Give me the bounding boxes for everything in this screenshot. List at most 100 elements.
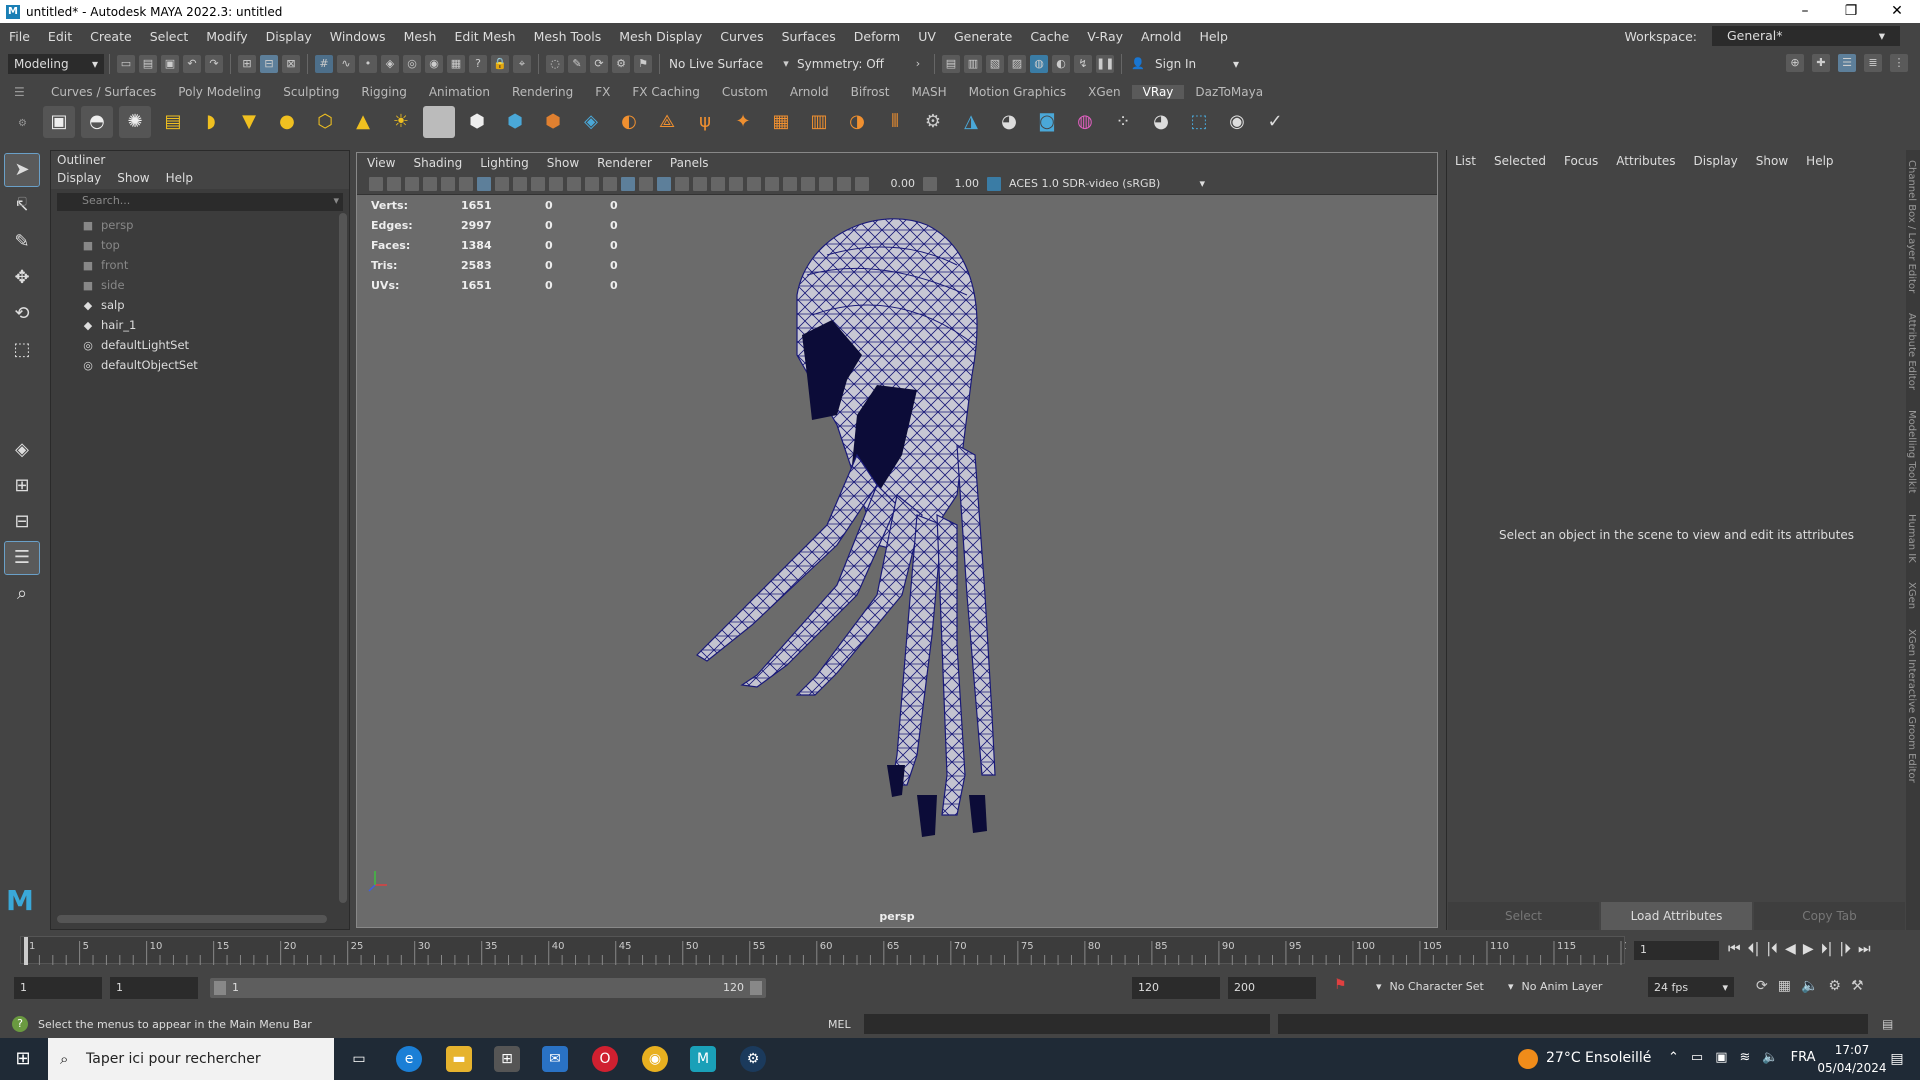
color-management-icon[interactable] (987, 176, 1001, 191)
menu-edit[interactable]: Edit (39, 29, 81, 44)
search-icon[interactable]: ⌕ (5, 578, 39, 610)
time-slider[interactable]: 1 5 10 15 20 25 30 35 40 45 50 55 60 65 70 75 80 85 90 95 10… (20, 936, 1643, 965)
camera-select-icon[interactable] (369, 176, 383, 191)
outliner-item-front[interactable]: ■ front (51, 255, 349, 275)
attribute-editor-toggle-icon[interactable]: ☰ (1838, 54, 1856, 72)
volume-icon[interactable]: 🔈 (1762, 1050, 1778, 1065)
gamma-value[interactable]: 1.00 (939, 177, 980, 190)
image-plane-icon[interactable] (423, 176, 437, 191)
vray-multi-icon[interactable]: ⁘ (1107, 106, 1139, 138)
camera-attr-icon[interactable] (387, 176, 401, 191)
shelf-menu-icon[interactable]: ☰ (14, 85, 25, 99)
clock[interactable]: 17:07 05/04/2024 (1812, 1041, 1892, 1077)
four-view-layout-icon[interactable]: ⊞ (5, 470, 39, 502)
menu-file[interactable]: File (0, 29, 39, 44)
vray-sphere-light-icon[interactable]: ● (271, 106, 303, 138)
attribute-menu-attributes[interactable]: Attributes (1616, 154, 1675, 168)
attribute-menu-focus[interactable]: Focus (1564, 154, 1598, 168)
maximize-button[interactable]: ❐ (1828, 0, 1874, 23)
exposure-value[interactable]: 0.00 (871, 177, 916, 190)
magnet-icon[interactable]: ⌖ (513, 55, 531, 73)
default-material-icon[interactable] (639, 176, 653, 191)
menu-arnold[interactable]: Arnold (1132, 29, 1190, 44)
menu-curves[interactable]: Curves (711, 29, 772, 44)
windows-start-icon[interactable]: ⊞ (10, 1046, 36, 1072)
cache-icon[interactable]: ▦ (1778, 978, 1791, 994)
shelf-tab-sculpting[interactable]: Sculpting (272, 85, 350, 99)
vray-spot-light-icon[interactable]: ▼ (233, 106, 265, 138)
outliner-menu-display[interactable]: Display (57, 171, 101, 187)
vray-scatter-icon[interactable]: ⟁ (651, 106, 683, 138)
select-hierarchy-icon[interactable]: ⊞ (238, 55, 256, 73)
viewport-menu-view[interactable]: View (367, 156, 395, 170)
vray-settings-icon[interactable]: ⚙ (917, 106, 949, 138)
exposure-icon[interactable] (855, 176, 869, 191)
vray-lightmix-icon[interactable]: ◕ (993, 106, 1025, 138)
xray-joints-icon[interactable] (819, 176, 833, 191)
mail-icon[interactable]: ✉ (542, 1046, 568, 1072)
live-surface-label[interactable]: No Live Surface (665, 57, 775, 71)
maya-taskbar-icon[interactable]: M (690, 1046, 716, 1072)
hair-mesh[interactable] (357, 195, 1437, 905)
attribute-menu-display[interactable]: Display (1694, 154, 1738, 168)
outliner-menu-show[interactable]: Show (117, 171, 149, 187)
vray-grid-icon[interactable]: ▦ (765, 106, 797, 138)
menu-cache[interactable]: Cache (1021, 29, 1078, 44)
rotate-tool-icon[interactable]: ⟲ (5, 298, 39, 330)
command-input[interactable] (864, 1014, 1270, 1034)
menu-modify[interactable]: Modify (197, 29, 256, 44)
ipr-icon[interactable]: ▧ (986, 55, 1004, 73)
side-tab-xgen-interactive-groom-editor[interactable]: XGen Interactive Groom Editor (1906, 619, 1917, 793)
menu-deform[interactable]: Deform (845, 29, 909, 44)
outliner-item-side[interactable]: ■ side (51, 275, 349, 295)
save-scene-icon[interactable]: ▣ (161, 55, 179, 73)
fps-dropdown[interactable]: 24 fps ▾ (1648, 977, 1734, 997)
render-view-icon[interactable]: ◐ (1052, 55, 1070, 73)
modeling-toolkit-icon[interactable]: ⊕ (1786, 54, 1804, 72)
outliner-item-defaultobjectset[interactable]: ◎ defaultObjectSet (51, 355, 349, 375)
shelf-tab-mash[interactable]: MASH (900, 85, 957, 99)
shelf-tab-rendering[interactable]: Rendering (501, 85, 584, 99)
chevron-down-icon[interactable]: ▾ (333, 194, 339, 207)
battery-icon[interactable]: ▭ (1691, 1050, 1703, 1065)
script-editor-icon[interactable]: ▤ (1882, 1017, 1893, 1031)
viewport-menu-show[interactable]: Show (547, 156, 579, 170)
task-view-icon[interactable]: ▭ (346, 1046, 372, 1072)
range-start-handle[interactable] (214, 981, 226, 995)
playback-start-field[interactable]: 1 (110, 977, 198, 999)
notifications-icon[interactable]: ▤ (1884, 1046, 1910, 1072)
display-icon[interactable]: ▣ (1715, 1050, 1727, 1065)
shelf-tab-xgen[interactable]: XGen (1077, 85, 1132, 99)
snap-point-icon[interactable]: • (359, 55, 377, 73)
side-tab-attribute-editor[interactable]: Attribute Editor (1906, 303, 1917, 400)
side-tab-human-ik[interactable]: Human IK (1906, 504, 1917, 573)
go-to-start-icon[interactable]: ⏮ (1728, 941, 1741, 957)
snap-surface-icon[interactable]: ◈ (381, 55, 399, 73)
opera-icon[interactable]: O (592, 1046, 618, 1072)
menu-help[interactable]: Help (1190, 29, 1237, 44)
vray-color-icon[interactable]: ◍ (1069, 106, 1101, 138)
sound-icon[interactable]: 🔈 (1801, 978, 1818, 994)
ao-icon[interactable] (729, 176, 743, 191)
step-back-key-icon[interactable]: ⏴| (1748, 941, 1760, 957)
xray-icon[interactable] (801, 176, 815, 191)
chevron-right-icon[interactable]: › (909, 55, 927, 73)
snap-grid-icon[interactable]: # (315, 55, 333, 73)
menu-surfaces[interactable]: Surfaces (773, 29, 845, 44)
load-attributes-button[interactable]: Load Attributes (1601, 902, 1752, 930)
shadows-icon[interactable] (711, 176, 725, 191)
gamma-icon[interactable] (923, 176, 937, 191)
store-icon[interactable]: ⊞ (494, 1046, 520, 1072)
animation-start-field[interactable]: 1 (14, 977, 102, 999)
isolate-icon[interactable] (783, 176, 797, 191)
safe-action-icon[interactable] (567, 176, 581, 191)
menu-mesh-tools[interactable]: Mesh Tools (525, 29, 611, 44)
viewport-menu-shading[interactable]: Shading (413, 156, 462, 170)
shelf-tab-fx[interactable]: FX (584, 85, 621, 99)
key-tangent-icon[interactable]: ⚒ (1851, 978, 1864, 994)
hypershade-icon[interactable]: ◍ (1030, 55, 1048, 73)
redo-icon[interactable]: ↷ (205, 55, 223, 73)
close-button[interactable]: ✕ (1874, 0, 1920, 23)
attribute-menu-show[interactable]: Show (1756, 154, 1788, 168)
chevron-down-icon[interactable]: ▾ (777, 55, 795, 73)
